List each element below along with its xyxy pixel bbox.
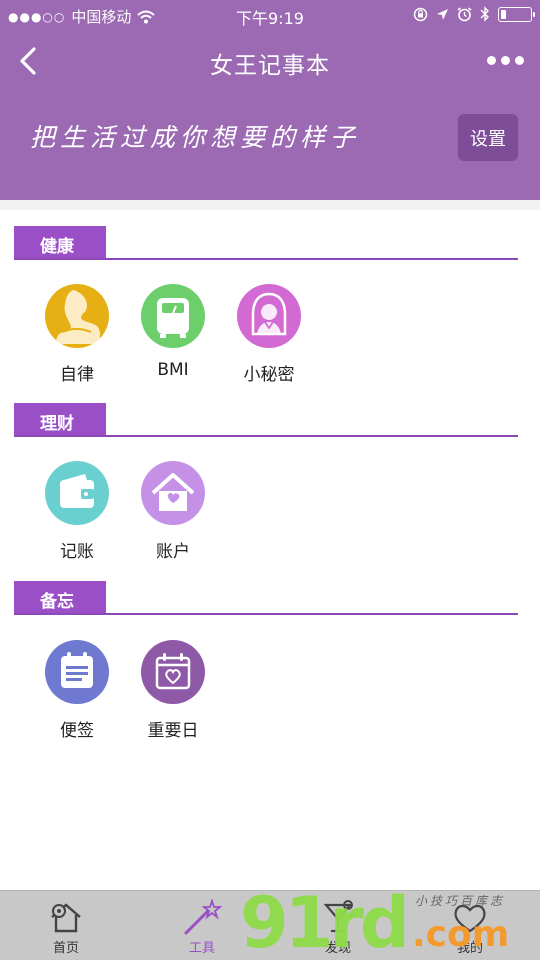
tool-bookkeeping[interactable]: 记账: [29, 461, 125, 562]
header-area: ●●●○○ 中国移动 下午9:19 女王记事本 把生活过成你想要的样子 设置: [0, 0, 540, 200]
tool-discipline[interactable]: 自律: [29, 284, 125, 385]
magic-wand-icon: [184, 899, 223, 935]
calendar-heart-icon: [141, 640, 205, 704]
home-icon: [51, 903, 81, 933]
tool-label: BMI: [157, 360, 189, 380]
tab-label: 发现: [324, 941, 351, 956]
woman-icon: [237, 284, 301, 348]
alarm-icon: [457, 6, 472, 21]
tool-important-days[interactable]: 重要日: [125, 640, 221, 741]
tool-label: 小秘密: [243, 365, 295, 385]
yoga-icon: [45, 284, 109, 348]
section-memo-header: 备忘: [14, 581, 518, 615]
section-title: 健康: [14, 226, 106, 260]
tool-secret[interactable]: 小秘密: [221, 284, 317, 385]
tool-label: 便签: [60, 721, 94, 741]
bluetooth-icon: [480, 6, 489, 22]
section-title: 备忘: [14, 581, 106, 615]
tool-bmi[interactable]: BMI: [125, 284, 221, 380]
tab-label: 首页: [52, 941, 79, 956]
notepad-icon: [45, 640, 109, 704]
bottom-tab-bar: 首页 工具 发现 我的: [0, 890, 540, 960]
section-finance-header: 理财: [14, 403, 518, 437]
section-title: 理财: [14, 403, 106, 437]
house-heart-icon: [141, 461, 205, 525]
section-divider: [14, 435, 518, 437]
tab-discover[interactable]: 发现: [284, 891, 392, 960]
rotation-lock-icon: [413, 7, 428, 21]
wallet-icon: [45, 461, 109, 525]
tool-label: 账户: [156, 542, 190, 562]
tab-label: 我的: [456, 941, 483, 956]
tab-tools[interactable]: 工具: [148, 891, 256, 960]
tool-label: 重要日: [147, 721, 199, 741]
tool-label: 记账: [60, 542, 94, 562]
header-divider: [0, 200, 540, 210]
section-divider: [14, 613, 518, 615]
location-icon: [437, 8, 448, 20]
more-options-icon[interactable]: [487, 56, 524, 65]
tool-accounts[interactable]: 账户: [125, 461, 221, 562]
heart-icon: [454, 904, 486, 933]
tab-home[interactable]: 首页: [12, 891, 120, 960]
navigation-bar: 女王记事本: [0, 30, 540, 92]
tool-label: 自律: [60, 365, 94, 385]
section-health-header: 健康: [14, 226, 518, 260]
page-title: 女王记事本: [210, 53, 330, 79]
slogan-text: 把生活过成你想要的样子: [30, 123, 361, 152]
battery-icon: [498, 6, 535, 22]
settings-button[interactable]: 设置: [458, 114, 518, 161]
tool-notes[interactable]: 便签: [29, 640, 125, 741]
status-bar: ●●●○○ 中国移动 下午9:19: [0, 0, 540, 30]
cocktail-icon: [323, 900, 353, 933]
tab-mine[interactable]: 我的: [416, 891, 524, 960]
section-divider: [14, 258, 518, 260]
scale-icon: [141, 284, 205, 348]
tab-label: 工具: [188, 941, 215, 956]
